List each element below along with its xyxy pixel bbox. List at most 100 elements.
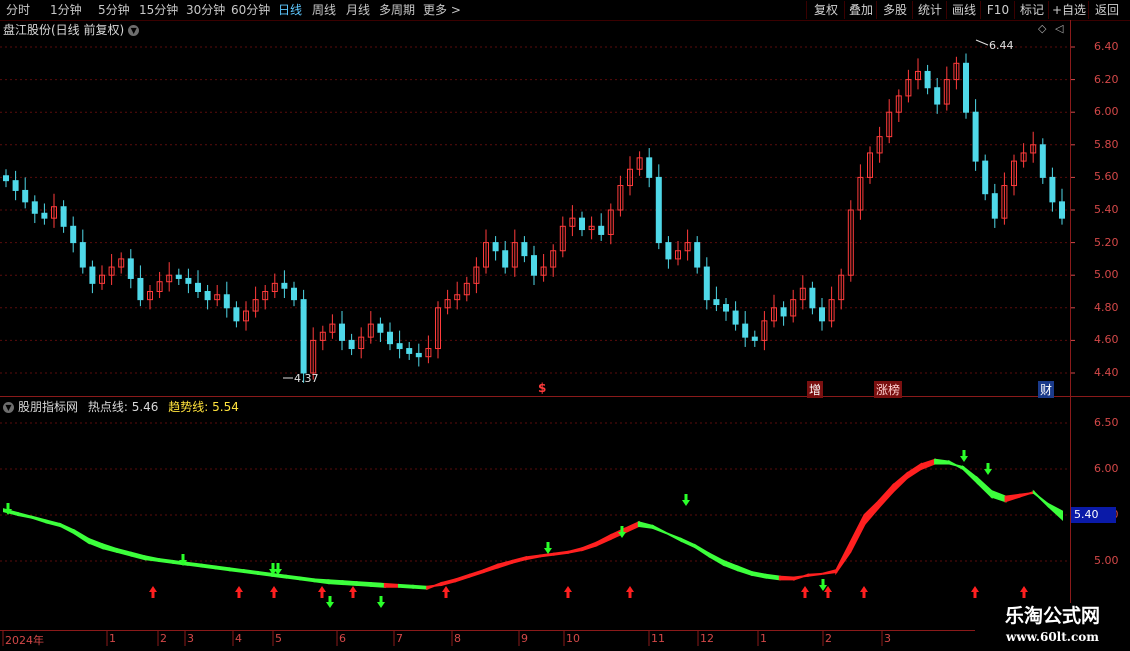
candle-body: [723, 304, 729, 312]
indicator-band-segment: [144, 555, 161, 563]
main-y-tick: 6.00: [1094, 105, 1119, 119]
candle-body: [281, 282, 288, 289]
indicator-band-segment: [651, 524, 668, 535]
indicator-band-segment: [807, 572, 823, 577]
indicator-band-segment: [59, 522, 76, 536]
indicator-band-segment: [919, 458, 937, 471]
buy-arrow-icon: [801, 586, 809, 598]
event-mark-cai[interactable]: 财: [1038, 381, 1055, 398]
indicator-band-segment: [1004, 493, 1021, 503]
low-price-label: 4.37: [294, 372, 319, 385]
event-mark-zhangbang[interactable]: 涨榜: [874, 381, 903, 398]
candle-body: [41, 212, 48, 219]
candle-body: [60, 206, 67, 227]
candle-body: [195, 282, 201, 293]
candle-body: [703, 266, 710, 301]
main-y-tick: 6.20: [1094, 72, 1119, 86]
indicator-band-segment: [990, 489, 1007, 503]
buy-arrow-icon: [149, 586, 157, 598]
indicator-band-segment: [482, 563, 499, 574]
candle-body: [982, 160, 989, 195]
kline-chart[interactable]: [0, 0, 1130, 650]
candle-body: [22, 189, 29, 203]
month-label: 8: [454, 632, 461, 645]
candle-body: [742, 323, 749, 338]
indicator-band-segment: [214, 565, 231, 572]
indicator-band-segment: [948, 459, 965, 471]
indicator-band-segment: [567, 546, 584, 554]
candle-body: [233, 307, 240, 322]
candle-body: [934, 87, 941, 105]
indicator-band-segment: [553, 550, 570, 556]
candle-body: [79, 242, 86, 268]
candle-body: [406, 348, 413, 354]
indicator-band-segment: [299, 576, 316, 583]
indicator-y-tick: 5.00: [1094, 554, 1119, 567]
month-label: 2: [825, 632, 832, 645]
main-y-tick: 5.20: [1094, 235, 1119, 249]
indicator-band-segment: [666, 532, 683, 543]
indicator-band-segment: [468, 568, 485, 579]
candle-body: [127, 258, 134, 279]
candle-body: [502, 250, 509, 268]
month-label: 10: [566, 632, 580, 645]
indicator-band-segment: [115, 547, 132, 557]
indicator-band-segment: [256, 570, 274, 577]
candle-body: [665, 242, 672, 260]
indicator-band-segment: [200, 563, 217, 570]
indicator-band-segment: [510, 556, 527, 565]
indicator-band-segment: [186, 561, 203, 568]
indicator-title: ▼ 股朋指标网 热点线: 5.46 趋势线: 5.54: [3, 398, 239, 415]
indicator-menu-icon[interactable]: ▼: [3, 402, 14, 413]
candle-body: [963, 62, 969, 113]
indicator-band-segment: [694, 543, 711, 559]
buy-arrow-icon: [235, 586, 243, 598]
month-label: 12: [700, 632, 714, 645]
candle-body: [713, 299, 720, 306]
candle-body: [89, 266, 96, 284]
indicator-band-segment: [45, 519, 62, 528]
indicator-band-segment: [1046, 502, 1063, 521]
sell-arrow-icon: [819, 579, 827, 591]
indicator-band-segment: [680, 537, 697, 549]
candle-body: [223, 294, 230, 309]
month-label: 2: [160, 632, 167, 645]
main-y-tick: 4.60: [1094, 333, 1119, 347]
indicator-band-segment: [454, 573, 471, 583]
month-label: 1: [760, 632, 767, 645]
indicator-band-segment: [736, 565, 753, 577]
indicator-band-segment: [355, 581, 372, 587]
high-pointer-line: [975, 39, 989, 46]
candle-body: [3, 175, 9, 182]
indicator-band-segment: [285, 574, 302, 581]
candle-body: [300, 299, 307, 374]
indicator-band-segment: [595, 533, 612, 547]
main-y-tick: 4.40: [1094, 366, 1119, 379]
candle-body: [31, 201, 38, 214]
main-y-tick: 6.40: [1094, 40, 1119, 53]
indicator-band-segment: [835, 542, 852, 576]
month-label: 1: [109, 632, 116, 645]
indicator-band-segment: [637, 521, 654, 530]
indicator-band-segment: [383, 582, 400, 588]
indicator-band-segment: [1018, 490, 1035, 498]
candle-body: [204, 291, 211, 301]
month-label: 6: [339, 632, 346, 645]
indicator-band-segment: [271, 572, 288, 579]
candle-body: [694, 242, 701, 268]
indicator-band-segment: [397, 583, 415, 589]
main-y-tick: 5.80: [1094, 137, 1119, 151]
sell-arrow-icon: [326, 596, 334, 608]
candle-body: [732, 310, 739, 325]
indicator-name: 股朋指标网: [18, 400, 79, 414]
sell-arrow-icon: [274, 563, 282, 575]
month-label: 11: [651, 632, 665, 645]
event-mark-zeng[interactable]: 增: [807, 381, 824, 398]
indicator-band-segment: [313, 578, 330, 585]
indicator-band-segment: [821, 568, 838, 575]
high-price-label: 6.44: [989, 39, 1014, 52]
indicator-band-segment: [369, 582, 386, 588]
buy-arrow-icon: [626, 586, 634, 598]
indicator-band-segment: [87, 537, 104, 550]
event-mark-dollar[interactable]: $: [538, 381, 546, 395]
